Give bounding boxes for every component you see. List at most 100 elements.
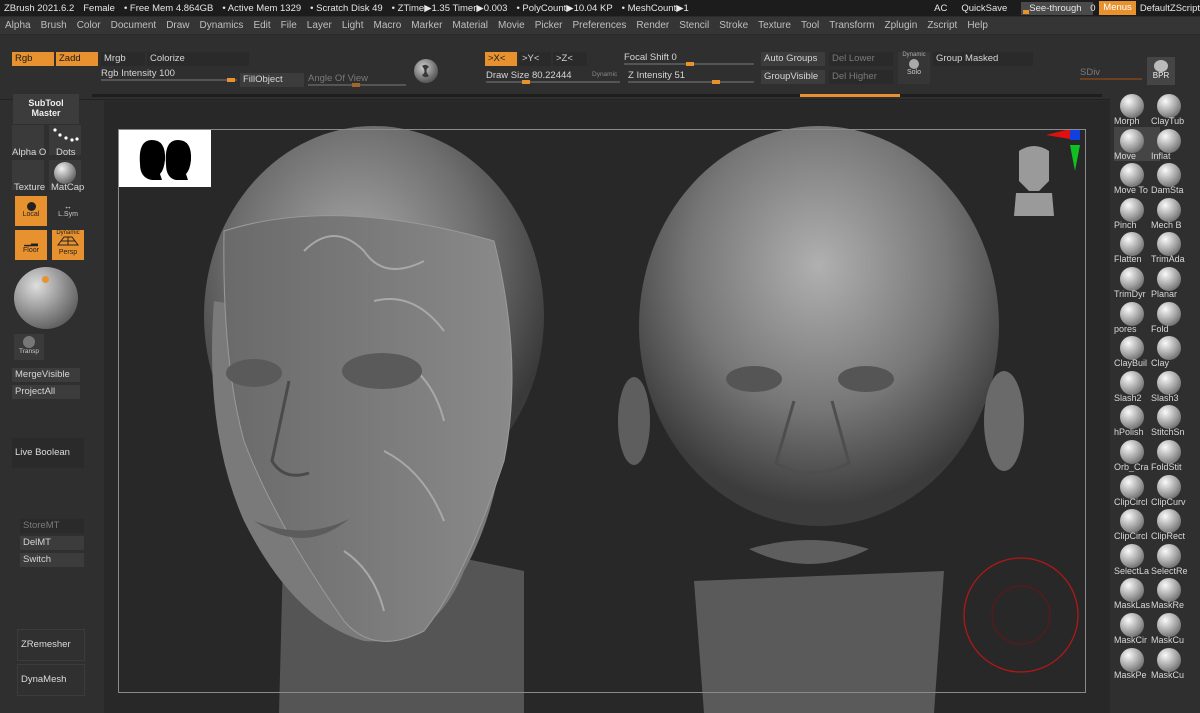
brush-item[interactable]: DamSta	[1151, 161, 1197, 195]
brush-item[interactable]: StitchSn	[1151, 403, 1197, 437]
menu-color[interactable]: Color	[72, 20, 106, 31]
focal-shift-slider[interactable]: Focal Shift 0	[624, 52, 754, 66]
seethrough-knob[interactable]	[1023, 9, 1030, 14]
brush-item[interactable]: Mech B	[1151, 196, 1197, 230]
menu-material[interactable]: Material	[447, 20, 493, 31]
menu-file[interactable]: File	[276, 20, 302, 31]
menu-layer[interactable]: Layer	[302, 20, 337, 31]
brush-item[interactable]: ClipRect	[1151, 507, 1197, 541]
x-sym-button[interactable]: >X<	[485, 52, 517, 66]
menu-render[interactable]: Render	[631, 20, 674, 31]
lsym-arrows-icon: ↔	[64, 202, 72, 211]
solo-button[interactable]: Dynamic Solo	[898, 52, 930, 84]
menu-tool[interactable]: Tool	[796, 20, 824, 31]
angle-of-view-knob[interactable]	[352, 83, 360, 87]
top-shelf: Rgb Zadd Mrgb Colorize Rgb Intensity 100…	[0, 35, 1200, 100]
brush-item[interactable]: ClipCurv	[1151, 473, 1197, 507]
del-higher-button[interactable]: Del Higher	[829, 70, 893, 84]
menu-preferences[interactable]: Preferences	[567, 20, 631, 31]
draw-size-knob[interactable]	[522, 80, 530, 84]
z-sym-button[interactable]: >Z<	[553, 52, 587, 66]
rgb-intensity-knob[interactable]	[227, 78, 235, 82]
local-button[interactable]: Local	[15, 196, 47, 226]
brush-item[interactable]: MaskRe	[1151, 576, 1197, 610]
brush-item[interactable]: Planar	[1151, 265, 1197, 299]
mrgb-button[interactable]: Mrgb	[101, 52, 145, 66]
menu-help[interactable]: Help	[962, 20, 993, 31]
fillobject-button[interactable]: FillObject	[240, 73, 304, 87]
brush-item[interactable]: SelectRe	[1151, 542, 1197, 576]
merge-visible-button[interactable]: MergeVisible	[12, 368, 80, 382]
menu-light[interactable]: Light	[337, 20, 369, 31]
brush-icon	[1120, 267, 1144, 291]
group-visible-button[interactable]: GroupVisible	[761, 70, 825, 84]
menu-movie[interactable]: Movie	[493, 20, 530, 31]
menu-document[interactable]: Document	[106, 20, 162, 31]
del-mt-button[interactable]: DelMT	[20, 536, 84, 550]
sphere-swap-icon[interactable]	[414, 59, 438, 83]
live-boolean-button[interactable]: Live Boolean	[12, 438, 84, 468]
menu-edit[interactable]: Edit	[248, 20, 275, 31]
menu-stroke[interactable]: Stroke	[714, 20, 753, 31]
menu-zscript[interactable]: Zscript	[922, 20, 962, 31]
menu-draw[interactable]: Draw	[161, 20, 194, 31]
brush-item[interactable]: Clay	[1151, 334, 1197, 368]
brush-item[interactable]: TrimAda	[1151, 230, 1197, 264]
rgb-intensity-slider[interactable]: Rgb Intensity 100	[101, 68, 237, 82]
brush-icon	[1120, 578, 1144, 603]
menu-texture[interactable]: Texture	[753, 20, 796, 31]
menu-marker[interactable]: Marker	[406, 20, 447, 31]
y-sym-button[interactable]: >Y<	[519, 52, 551, 66]
matcap-sphere-icon	[54, 162, 76, 184]
switch-button[interactable]: Switch	[20, 553, 84, 567]
zremesher-button[interactable]: ZRemesher	[17, 629, 85, 661]
brush-item[interactable]: MaskCu	[1151, 611, 1197, 645]
seethrough-slider[interactable]: See-through 0	[1021, 1, 1096, 15]
menu-dynamics[interactable]: Dynamics	[195, 20, 249, 31]
transp-button[interactable]: Transp	[14, 334, 44, 360]
menu-picker[interactable]: Picker	[530, 20, 568, 31]
del-lower-button[interactable]: Del Lower	[829, 52, 893, 66]
rgb-button[interactable]: Rgb	[12, 52, 54, 66]
brush-item[interactable]: FoldStit	[1151, 438, 1197, 472]
focal-shift-label: Focal Shift	[624, 52, 669, 63]
brush-item[interactable]: MaskCu	[1151, 646, 1197, 680]
quicksave-button[interactable]: QuickSave	[961, 3, 1007, 14]
lsym-button[interactable]: ↔ L.Sym	[52, 196, 84, 226]
angle-of-view-slider[interactable]: Angle Of View	[308, 73, 406, 87]
menu-macro[interactable]: Macro	[369, 20, 407, 31]
bpr-button[interactable]: BPR	[1147, 57, 1175, 85]
brush-item[interactable]: ClayTub	[1151, 92, 1197, 126]
brush-item[interactable]: Fold	[1151, 300, 1197, 334]
project-all-button[interactable]: ProjectAll	[12, 385, 80, 399]
dynamesh-button[interactable]: DynaMesh	[17, 664, 85, 696]
ac-button[interactable]: AC	[934, 3, 947, 14]
rotate-sphere-icon[interactable]	[14, 267, 78, 329]
subtool-master-button[interactable]: SubTool Master	[13, 94, 79, 124]
default-zscript-button[interactable]: DefaultZScript	[1140, 3, 1200, 14]
stroke-label: Dots	[56, 147, 76, 158]
menu-transform[interactable]: Transform	[824, 20, 879, 31]
brush-item[interactable]: Inflat	[1151, 127, 1197, 161]
focal-shift-knob[interactable]	[686, 62, 694, 66]
persp-button[interactable]: Dynamic Persp	[52, 230, 84, 260]
brush-item[interactable]: Slash3	[1151, 369, 1197, 403]
group-masked-button[interactable]: Group Masked	[933, 52, 1033, 66]
floor-button[interactable]: ▁▂ Floor	[15, 230, 47, 260]
sdiv-slider[interactable]: SDiv	[1080, 67, 1142, 81]
menu-zplugin[interactable]: Zplugin	[880, 20, 923, 31]
zadd-button[interactable]: Zadd	[56, 52, 98, 66]
z-intensity-knob[interactable]	[712, 80, 720, 84]
colorize-button[interactable]: Colorize	[147, 52, 249, 66]
auto-groups-button[interactable]: Auto Groups	[761, 52, 825, 66]
brush-icon	[1157, 301, 1181, 326]
tool-progress-track	[92, 94, 1102, 97]
store-mt-button[interactable]: StoreMT	[20, 519, 84, 533]
menus-button[interactable]: Menus	[1099, 1, 1136, 15]
menu-brush[interactable]: Brush	[36, 20, 72, 31]
brush-icon	[1120, 128, 1144, 153]
menu-stencil[interactable]: Stencil	[674, 20, 714, 31]
z-intensity-slider[interactable]: Z Intensity 51	[628, 70, 754, 84]
draw-size-dynamic-label[interactable]: Dynamic	[592, 71, 617, 78]
menu-alpha[interactable]: Alpha	[0, 20, 36, 31]
